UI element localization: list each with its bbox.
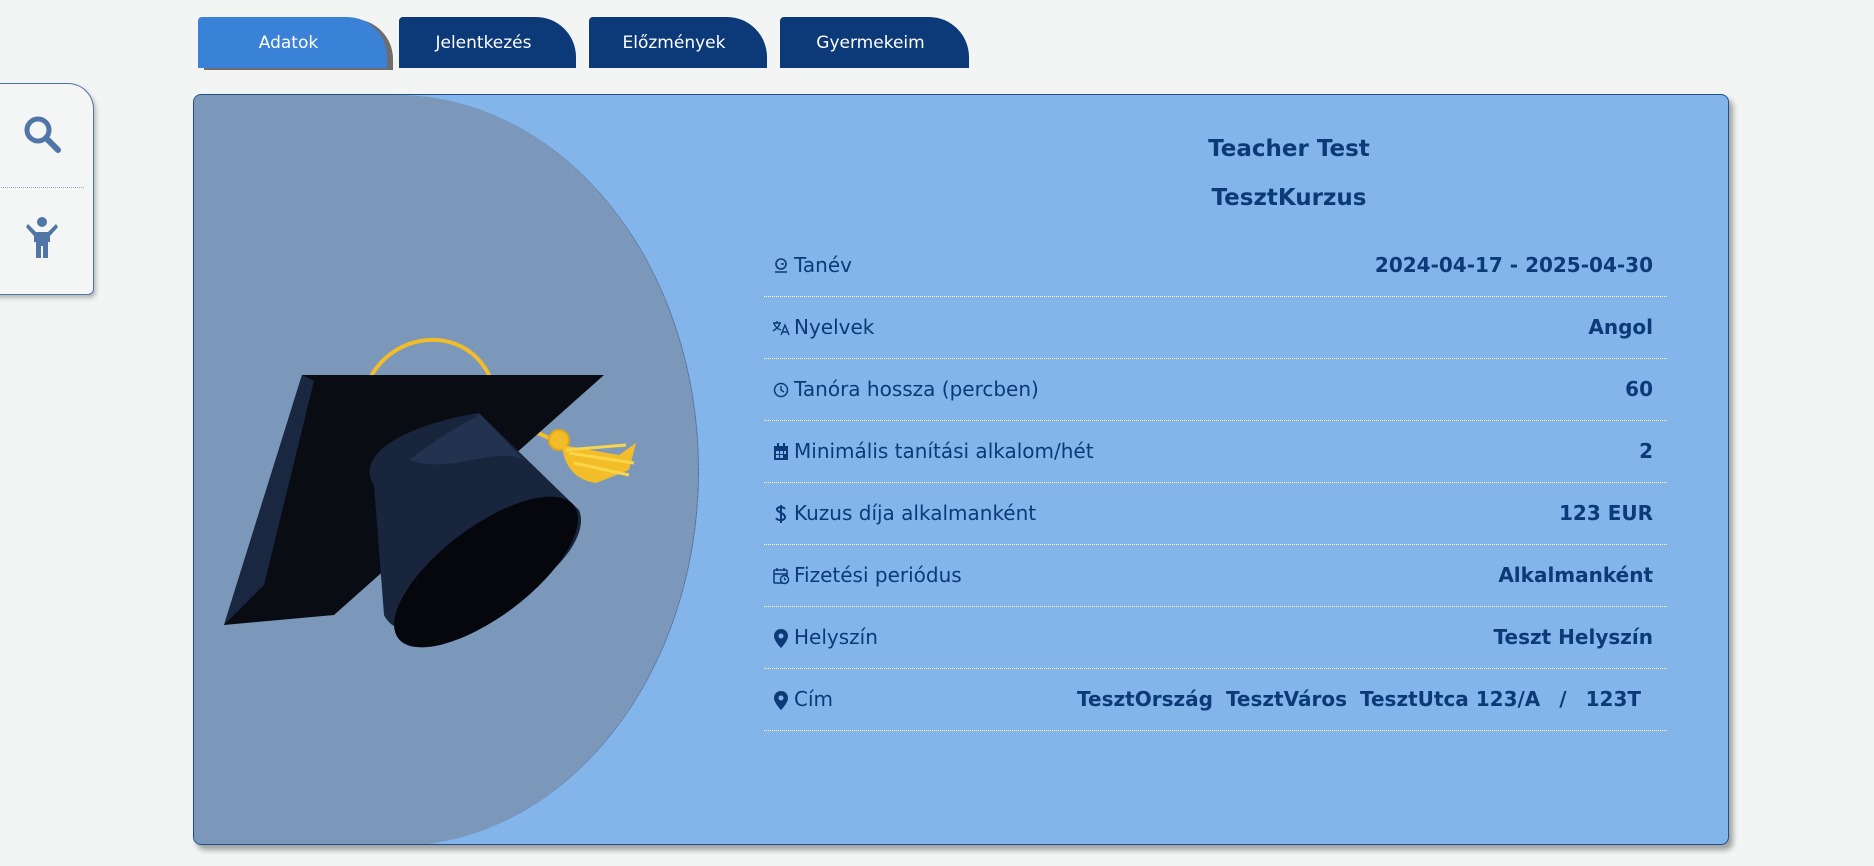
row-label: Fizetési periódus	[794, 563, 962, 587]
dollar-icon	[772, 503, 790, 525]
course-name: TesztKurzus	[1211, 185, 1367, 211]
graduation-cap-illustration	[224, 338, 636, 648]
row-address: Cím TesztOrszág TesztVáros TesztUtca 123…	[764, 669, 1667, 731]
row-label: Helyszín	[794, 625, 878, 649]
clock-icon	[772, 379, 790, 401]
school-year-icon	[772, 255, 790, 277]
row-school-year: Tanév 2024-04-17 - 2025-04-30	[764, 235, 1667, 297]
side-toolbar	[0, 83, 94, 295]
row-value: 2	[1639, 439, 1653, 463]
search-button[interactable]	[0, 84, 92, 184]
address-country: TesztOrszág	[1077, 687, 1213, 711]
child-button[interactable]	[0, 188, 92, 288]
tab-elozmenyek[interactable]: Előzmények	[589, 17, 767, 68]
row-label: Kuzus díja alkalmanként	[794, 501, 1037, 525]
address-city: TesztVáros	[1225, 687, 1347, 711]
row-min-sessions: Minimális tanítási alkalom/hét 2	[764, 421, 1667, 483]
row-label: Tanév	[794, 253, 852, 277]
row-label: Cím	[794, 687, 834, 711]
row-value: 123 EUR	[1558, 501, 1653, 525]
row-value: 60	[1625, 377, 1653, 401]
row-payment-period: Fizetési periódus Alkalmanként	[764, 545, 1667, 607]
row-value: Angol	[1588, 315, 1653, 339]
row-value: Teszt Helyszín	[1493, 625, 1653, 649]
calendar-icon	[772, 441, 790, 463]
translate-icon	[772, 317, 790, 339]
tab-jelentkezes[interactable]: Jelentkezés	[399, 17, 576, 68]
location-pin-icon	[772, 689, 790, 711]
address-extra: 123T	[1585, 687, 1641, 711]
tab-label: Előzmények	[622, 32, 726, 53]
row-languages: Nyelvek Angol	[764, 297, 1667, 359]
row-label: Minimális tanítási alkalom/hét	[794, 439, 1094, 463]
tab-label: Jelentkezés	[435, 32, 532, 53]
child-icon	[26, 217, 58, 258]
row-label: Tanóra hossza (percben)	[794, 377, 1039, 401]
address-value: TesztOrszág TesztVáros TesztUtca 123/A /…	[1077, 687, 1641, 711]
course-image-pane	[194, 95, 699, 844]
row-fee: Kuzus díja alkalmanként 123 EUR	[764, 483, 1667, 545]
row-location: Helyszín Teszt Helyszín	[764, 607, 1667, 669]
row-value: Alkalmanként	[1498, 563, 1653, 587]
tab-label: Gyermekeim	[816, 32, 925, 53]
calendar-clock-icon	[772, 565, 790, 587]
tab-label: Adatok	[258, 32, 319, 53]
row-label: Nyelvek	[794, 315, 875, 339]
location-pin-icon	[772, 627, 790, 649]
course-card: Teacher Test TesztKurzus Tanév 2024-04-1…	[193, 94, 1729, 845]
tab-gyermekeim[interactable]: Gyermekeim	[780, 17, 969, 68]
address-separator: /	[1559, 687, 1567, 711]
search-icon	[24, 116, 61, 153]
row-lesson-length: Tanóra hossza (percben) 60	[764, 359, 1667, 421]
teacher-name: Teacher Test	[1208, 136, 1370, 162]
tab-adatok[interactable]: Adatok	[198, 17, 387, 68]
address-street: TesztUtca 123/A	[1359, 687, 1541, 711]
row-value: 2024-04-17 - 2025-04-30	[1374, 253, 1653, 277]
